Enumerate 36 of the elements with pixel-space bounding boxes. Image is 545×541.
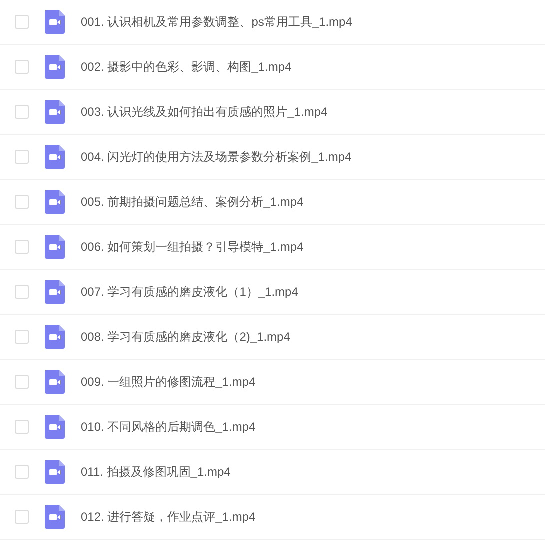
checkbox[interactable] — [15, 105, 29, 119]
file-name[interactable]: 011. 拍摄及修图巩固_1.mp4 — [81, 463, 231, 481]
video-file-icon — [45, 190, 65, 214]
checkbox[interactable] — [15, 60, 29, 74]
video-file-icon — [45, 460, 65, 484]
video-file-icon — [45, 325, 65, 349]
file-name[interactable]: 012. 进行答疑，作业点评_1.mp4 — [81, 508, 256, 526]
checkbox[interactable] — [15, 195, 29, 209]
video-file-icon — [45, 505, 65, 529]
video-file-icon — [45, 280, 65, 304]
video-file-icon — [45, 370, 65, 394]
video-file-icon — [45, 235, 65, 259]
checkbox[interactable] — [15, 375, 29, 389]
file-name[interactable]: 009. 一组照片的修图流程_1.mp4 — [81, 373, 256, 391]
checkbox[interactable] — [15, 150, 29, 164]
checkbox[interactable] — [15, 465, 29, 479]
file-name[interactable]: 003. 认识光线及如何拍出有质感的照片_1.mp4 — [81, 103, 328, 121]
checkbox[interactable] — [15, 285, 29, 299]
video-file-icon — [45, 55, 65, 79]
video-file-icon — [45, 145, 65, 169]
video-file-icon — [45, 100, 65, 124]
checkbox[interactable] — [15, 510, 29, 524]
video-file-icon — [45, 10, 65, 34]
file-name[interactable]: 006. 如何策划一组拍摄？引导模特_1.mp4 — [81, 238, 304, 256]
file-name[interactable]: 007. 学习有质感的磨皮液化（1）_1.mp4 — [81, 283, 298, 301]
video-file-icon — [45, 415, 65, 439]
checkbox[interactable] — [15, 15, 29, 29]
checkbox[interactable] — [15, 330, 29, 344]
file-name[interactable]: 008. 学习有质感的磨皮液化（2)_1.mp4 — [81, 328, 290, 346]
file-name[interactable]: 010. 不同风格的后期调色_1.mp4 — [81, 418, 256, 436]
file-name[interactable]: 005. 前期拍摄问题总结、案例分析_1.mp4 — [81, 193, 304, 211]
checkbox[interactable] — [15, 420, 29, 434]
file-name[interactable]: 002. 摄影中的色彩、影调、构图_1.mp4 — [81, 58, 292, 76]
file-name[interactable]: 004. 闪光灯的使用方法及场景参数分析案例_1.mp4 — [81, 148, 352, 166]
file-name[interactable]: 001. 认识相机及常用参数调整、ps常用工具_1.mp4 — [81, 13, 352, 31]
checkbox[interactable] — [15, 240, 29, 254]
